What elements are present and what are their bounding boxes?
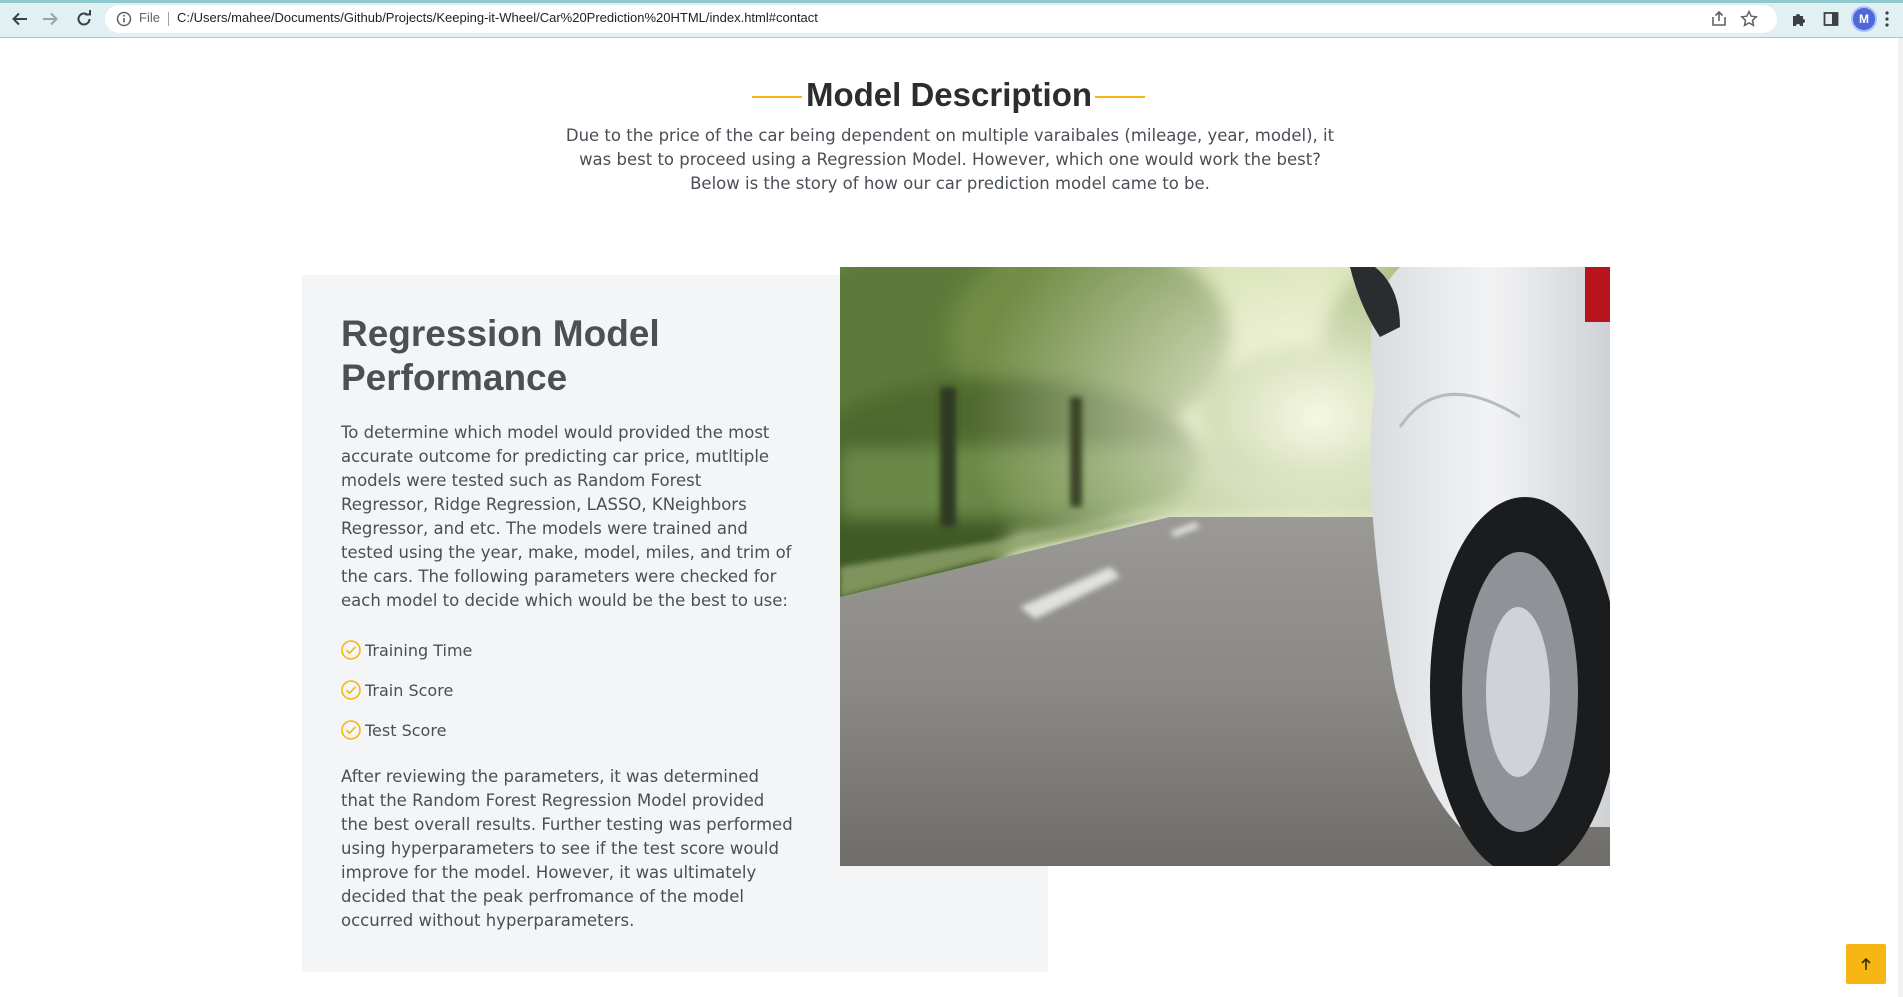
check-circle-icon xyxy=(341,680,361,700)
back-to-top-button[interactable] xyxy=(1846,944,1886,984)
card-intro-paragraph: To determine which model would provided … xyxy=(341,423,792,610)
checklist-item-label: Training Time xyxy=(365,640,473,660)
tab-strip-edge xyxy=(0,0,1903,3)
browser-menu-button[interactable] xyxy=(1876,8,1898,30)
section-title: Model Description xyxy=(805,76,1093,113)
section-description: Due to the price of the car being depend… xyxy=(565,126,1335,193)
car-road-photo xyxy=(840,267,1610,866)
url-scheme-label: File xyxy=(139,10,160,25)
check-circle-icon xyxy=(341,720,361,740)
side-panel-button[interactable] xyxy=(1820,8,1842,30)
arrow-up-icon xyxy=(1861,957,1871,970)
profile-avatar[interactable]: M xyxy=(1853,8,1875,30)
checklist-item-label: Test Score xyxy=(365,720,447,740)
check-circle-icon xyxy=(341,640,361,660)
info-icon[interactable] xyxy=(115,10,133,28)
checklist-item: Train Score xyxy=(340,678,453,702)
back-button[interactable] xyxy=(8,7,32,31)
browser-toolbar: File C:/Users/mahee/Documents/Github/Pro… xyxy=(0,0,1903,38)
url-text[interactable]: C:/Users/mahee/Documents/Github/Projects… xyxy=(177,10,818,25)
arrow-right-icon xyxy=(43,12,58,26)
reload-icon xyxy=(77,10,91,26)
arrow-left-icon xyxy=(12,12,27,26)
share-icon[interactable] xyxy=(1709,9,1729,29)
card-conclusion-paragraph: After reviewing the parameters, it was d… xyxy=(341,767,793,930)
kebab-menu-icon xyxy=(1885,11,1889,27)
page-scrollbar[interactable] xyxy=(1898,38,1903,997)
checklist-item: Training Time xyxy=(340,638,472,662)
star-icon[interactable] xyxy=(1739,9,1759,29)
address-bar[interactable]: File C:/Users/mahee/Documents/Github/Pro… xyxy=(105,5,1777,33)
side-panel-icon xyxy=(1823,12,1839,26)
card-title: Regression Model Performance xyxy=(341,313,660,398)
reload-button[interactable] xyxy=(72,7,96,31)
puzzle-icon xyxy=(1793,14,1805,26)
checklist-item: Test Score xyxy=(340,718,446,742)
forward-button[interactable] xyxy=(38,7,62,31)
title-decoration-right xyxy=(1095,96,1145,98)
checklist-item-label: Train Score xyxy=(365,680,454,700)
url-separator xyxy=(168,12,169,26)
extensions-button[interactable] xyxy=(1788,8,1810,30)
